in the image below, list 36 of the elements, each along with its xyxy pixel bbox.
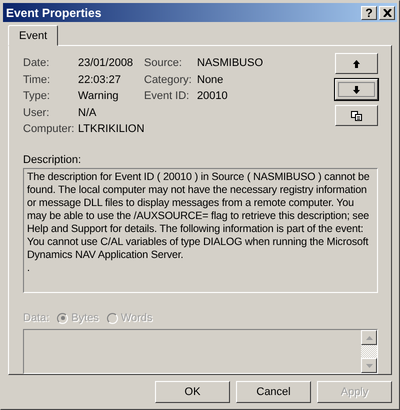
tab[interactable]: Event [8,25,58,46]
field-value: 20010 [197,90,228,102]
down-arrow-icon [353,86,360,94]
dialog-button[interactable]: Cancel [236,381,311,403]
field-label: Event ID: [144,90,190,102]
description-text: The description for Event ID ( 20010 ) in Source ( NASMIBUSO ) cannot be found. The local computer may not have the necessary registry information or message DLL files to display messages from a remote computer. You may be able to use the /AUXSOURCE= flag to retrieve this description; see Help and Support for details. The following information is part of the event: You cannot use C/AL variables of type DIALOG when running the Microsoft Dynamics NAV Application Server. . [23,168,378,294]
field-value: LTKRIKILION [78,123,144,136]
close-button[interactable] [379,6,395,20]
field-value: 22:03:27 [78,74,122,86]
next-button[interactable] [335,79,378,100]
help-button[interactable]: ? [361,6,377,20]
field-label: Date: [23,57,50,70]
dialog-button[interactable]: OK [155,381,230,403]
scroll-down-button[interactable] [361,358,377,374]
down-triangle-icon [366,364,372,368]
up-arrow-icon [353,60,360,68]
field-label: Time: [23,74,52,86]
description-label: Description: [23,154,82,168]
field-value: 23/01/2008 [78,57,134,70]
field-label: Type: [23,90,51,102]
scroll-bar[interactable] [361,330,377,374]
field-value: None [197,74,224,86]
close-icon [382,8,392,16]
field-label: Computer: [23,123,76,136]
field-label: User: [23,106,50,119]
previous-button[interactable] [335,53,378,74]
field-value: Warning [78,90,120,102]
copy-icon [351,110,362,120]
field-label: Source: [144,57,183,70]
window-title: Event Properties [6,6,102,20]
field-label: Category: [144,74,193,86]
scroll-up-button[interactable] [361,330,377,346]
field-value: N/A [78,106,98,119]
field-value: NASMIBUSO [197,57,264,70]
copy-button[interactable] [335,105,378,126]
up-triangle-icon [366,336,372,340]
